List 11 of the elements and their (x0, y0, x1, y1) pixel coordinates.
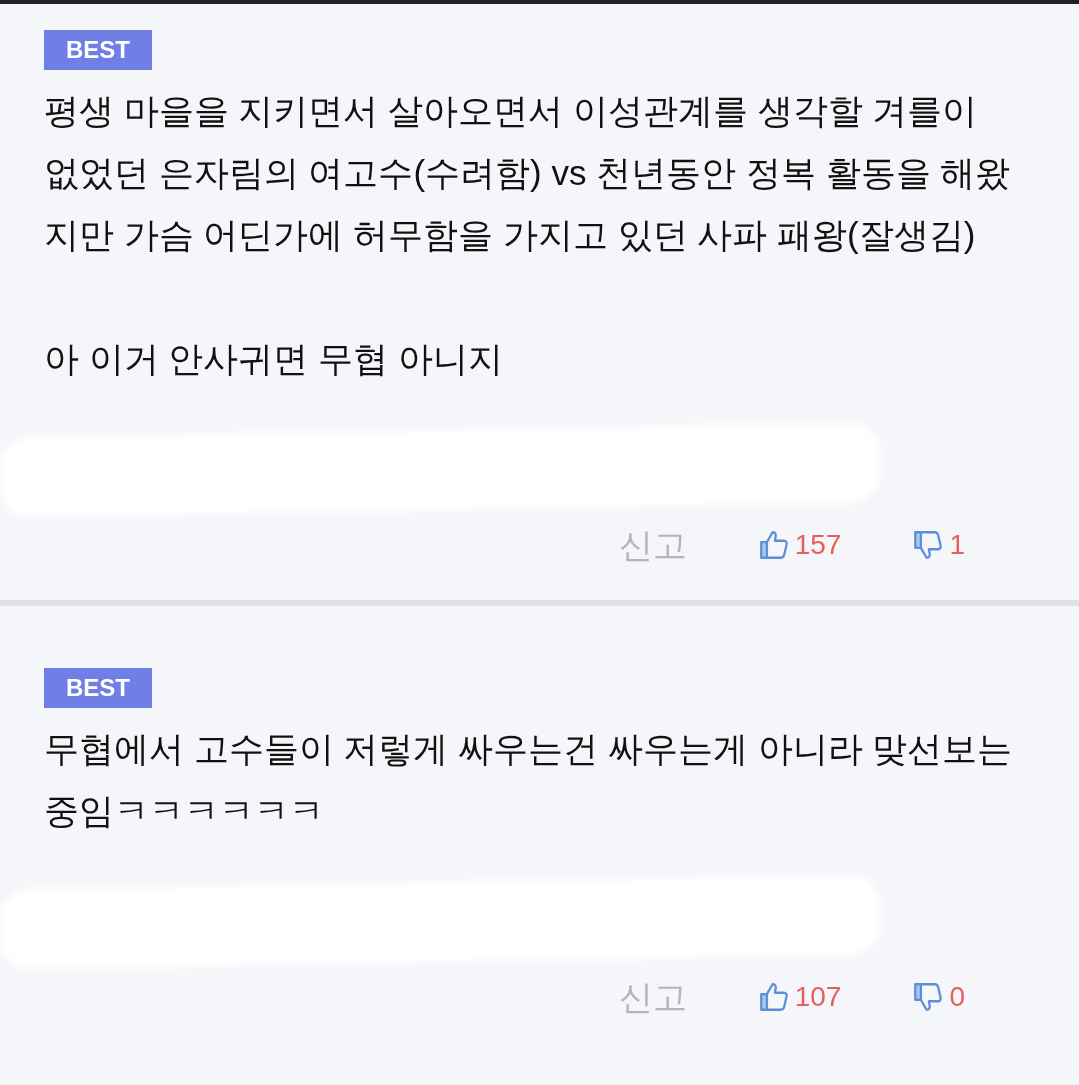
dislike-button[interactable]: 1 (911, 524, 965, 566)
report-button[interactable]: 신고 (618, 971, 687, 1023)
report-button[interactable]: 신고 (618, 519, 687, 571)
best-badge: BEST (44, 30, 152, 70)
like-button[interactable]: 107 (756, 976, 842, 1018)
like-button[interactable]: 157 (756, 524, 842, 566)
comment-text: 평생 마을을 지키면서 살아오면서 이성관계를 생각할 겨를이 없었던 은자림의 여고수(수려함) vs 천년동안 정복 활동을 해왔지만 가슴 어딘가에 허무함을 가지고 있던 사파 패왕(잘생김) (44, 90, 1012, 256)
comment-text: 무협에서 고수들이 저렇게 싸우는건 싸우는게 아니라 맞선보는중임ㅋㅋㅋㅋㅋㅋ (44, 728, 1014, 832)
comment-text: 아 이거 안사귀면 무협 아니지 (44, 338, 504, 380)
dislike-button[interactable]: 0 (911, 976, 965, 1018)
best-badge: BEST (44, 668, 152, 708)
